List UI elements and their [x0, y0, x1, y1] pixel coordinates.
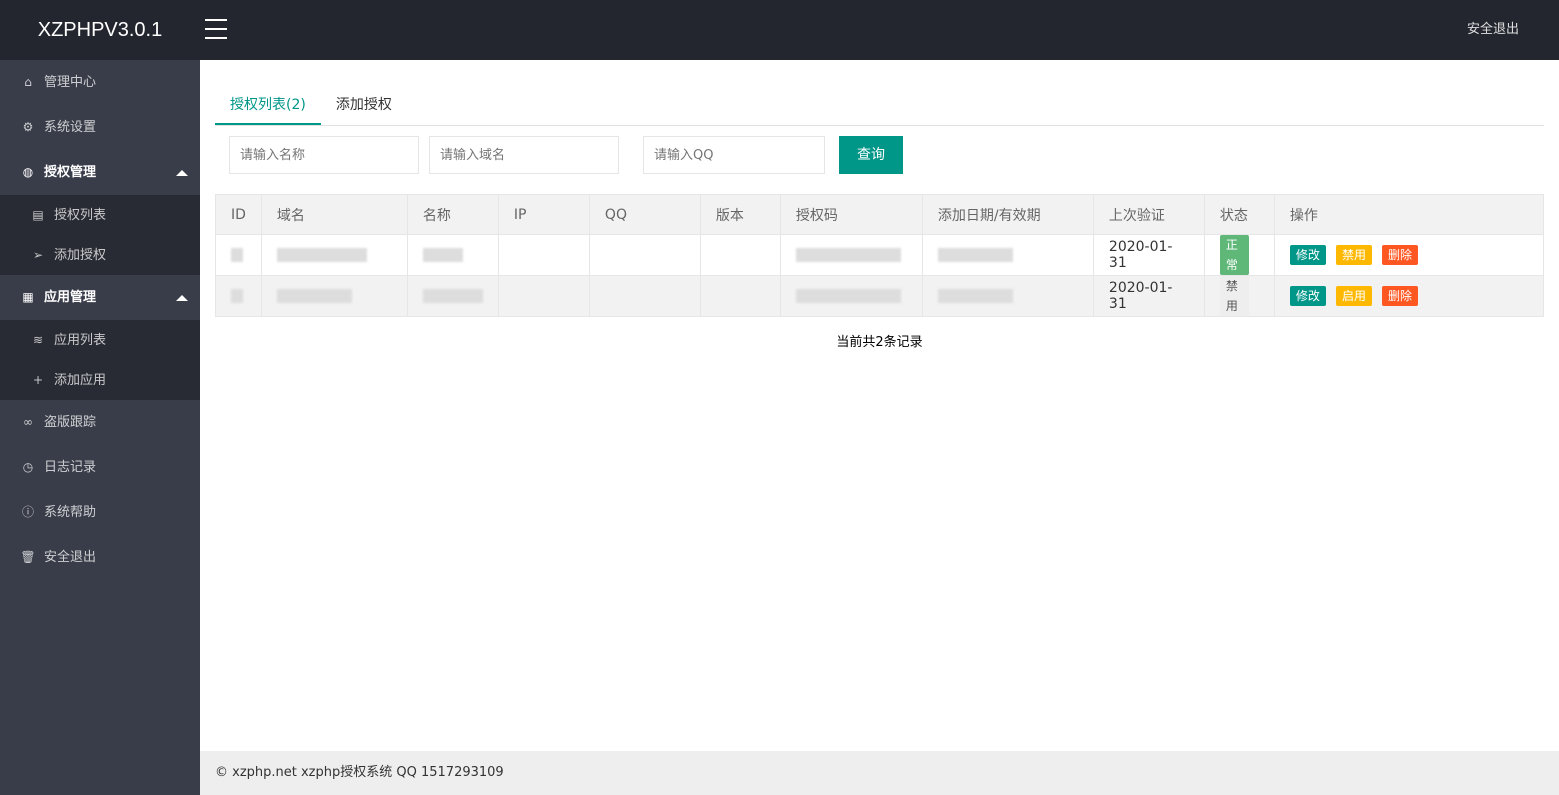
status-badge: 禁用 — [1219, 276, 1249, 316]
redacted — [795, 248, 901, 262]
sidebar-item-license-list[interactable]: ▤ 授权列表 — [0, 195, 200, 235]
trash-icon: 🗑 — [20, 550, 36, 564]
chevron-up-icon — [176, 170, 188, 176]
record-count: 当前共2条记录 — [836, 335, 923, 350]
enable-button[interactable]: 启用 — [1335, 286, 1372, 306]
sidebar-item-add-license[interactable]: ➢ 添加授权 — [0, 235, 200, 275]
chevron-up-icon — [176, 295, 188, 301]
status-badge: 正常 — [1219, 235, 1249, 275]
sidebar-item-label: 系统设置 — [44, 120, 97, 135]
last-verify: 2020-01-31 — [1092, 275, 1205, 317]
name-input[interactable] — [229, 136, 419, 174]
redacted — [231, 289, 243, 303]
home-icon: ⌂ — [24, 75, 32, 89]
redacted — [795, 289, 901, 303]
edit-button[interactable]: 修改 — [1289, 245, 1326, 265]
table-row: 2020-01-31 正常 修改 禁用 删除 — [215, 234, 1545, 276]
sidebar-item-help[interactable]: ⓘ 系统帮助 — [0, 490, 200, 535]
logo: XZPHPV3.0.1 — [37, 19, 163, 41]
layers-icon: ≋ — [32, 333, 44, 347]
redacted — [231, 248, 243, 262]
file-icon: ▤ — [32, 208, 44, 222]
table-row: 2020-01-31 禁用 修改 启用 删除 — [215, 275, 1545, 317]
link-icon: ∞ — [23, 415, 33, 429]
sidebar-item-app-list[interactable]: ≋ 应用列表 — [0, 320, 200, 360]
sidebar-item-settings[interactable]: ⚙ 系统设置 — [0, 105, 200, 150]
delete-button[interactable]: 删除 — [1381, 286, 1418, 306]
logout-link[interactable]: 安全退出 — [1467, 0, 1519, 60]
send-icon: ➢ — [32, 248, 44, 262]
sidebar-item-label: 安全退出 — [44, 550, 97, 565]
top-header: XZPHPV3.0.1 安全退出 — [0, 0, 1559, 60]
sidebar-item-label: 盗版跟踪 — [44, 415, 97, 430]
plus-icon: + — [32, 373, 44, 387]
menu-toggle-icon[interactable] — [205, 19, 227, 39]
gear-icon: ⚙ — [22, 120, 34, 134]
query-button[interactable]: 查询 — [839, 136, 903, 174]
main-content: 授权列表(2) 添加授权 查询 ID 域名 名称 IP QQ 版本 授权码 添加… — [200, 60, 1559, 751]
redacted — [276, 289, 352, 303]
sidebar: ⌂ 管理中心 ⚙ 系统设置 ◍ 授权管理 ▤ 授权列表 ➢ 添加授权 ▦ 应用管理 ≋ 应用列… — [0, 60, 200, 795]
domain-input[interactable] — [429, 136, 619, 174]
license-table: ID 域名 名称 IP QQ 版本 授权码 添加日期/有效期 上次验证 状态 操… — [215, 194, 1545, 317]
sidebar-item-label: 系统帮助 — [44, 505, 97, 520]
redacted — [422, 248, 463, 262]
clock-icon: ◷ — [22, 460, 34, 474]
col-version: 版本 — [699, 194, 781, 235]
sidebar-item-logout[interactable]: 🗑 安全退出 — [0, 535, 200, 580]
col-code: 授权码 — [779, 194, 923, 235]
sidebar-item-label: 添加应用 — [54, 373, 107, 388]
redacted — [937, 289, 1013, 303]
sidebar-item-label: 管理中心 — [44, 75, 97, 90]
redacted — [276, 248, 367, 262]
col-status: 状态 — [1203, 194, 1275, 235]
col-domain: 域名 — [260, 194, 408, 235]
edit-button[interactable]: 修改 — [1289, 286, 1326, 306]
sidebar-item-label: 日志记录 — [44, 460, 97, 475]
col-name: 名称 — [406, 194, 499, 235]
delete-button[interactable]: 删除 — [1381, 245, 1418, 265]
sidebar-item-label: 应用管理 — [44, 290, 97, 305]
sidebar-item-app-mgmt[interactable]: ▦ 应用管理 — [0, 275, 200, 320]
col-id: ID — [215, 194, 262, 235]
sidebar-item-logs[interactable]: ◷ 日志记录 — [0, 445, 200, 490]
col-qq: QQ — [588, 194, 701, 235]
sidebar-item-add-app[interactable]: + 添加应用 — [0, 360, 200, 400]
footer: © xzphp.net xzphp授权系统 QQ 1517293109 — [200, 751, 1559, 795]
last-verify: 2020-01-31 — [1092, 234, 1205, 276]
tab-license-list[interactable]: 授权列表(2) — [215, 85, 321, 125]
redacted — [937, 248, 1013, 262]
apps-icon: ▦ — [22, 290, 34, 304]
sidebar-item-label: 授权列表 — [54, 208, 107, 223]
table-header: ID 域名 名称 IP QQ 版本 授权码 添加日期/有效期 上次验证 状态 操… — [215, 194, 1545, 235]
sidebar-item-license-mgmt[interactable]: ◍ 授权管理 — [0, 150, 200, 195]
sidebar-item-label: 添加授权 — [54, 248, 107, 263]
tab-add-license[interactable]: 添加授权 — [321, 85, 407, 125]
sidebar-item-label: 授权管理 — [44, 165, 97, 180]
sidebar-item-piracy[interactable]: ∞ 盗版跟踪 — [0, 400, 200, 445]
col-ip: IP — [497, 194, 590, 235]
sidebar-item-label: 应用列表 — [54, 333, 107, 348]
qq-input[interactable] — [643, 136, 825, 174]
col-date: 添加日期/有效期 — [921, 194, 1094, 235]
disable-button[interactable]: 禁用 — [1335, 245, 1372, 265]
sidebar-item-dashboard[interactable]: ⌂ 管理中心 — [0, 60, 200, 105]
col-last-verify: 上次验证 — [1092, 194, 1205, 235]
redacted — [422, 289, 483, 303]
info-icon: ⓘ — [21, 505, 34, 519]
col-actions: 操作 — [1273, 194, 1545, 235]
globe-icon: ◍ — [22, 165, 34, 179]
